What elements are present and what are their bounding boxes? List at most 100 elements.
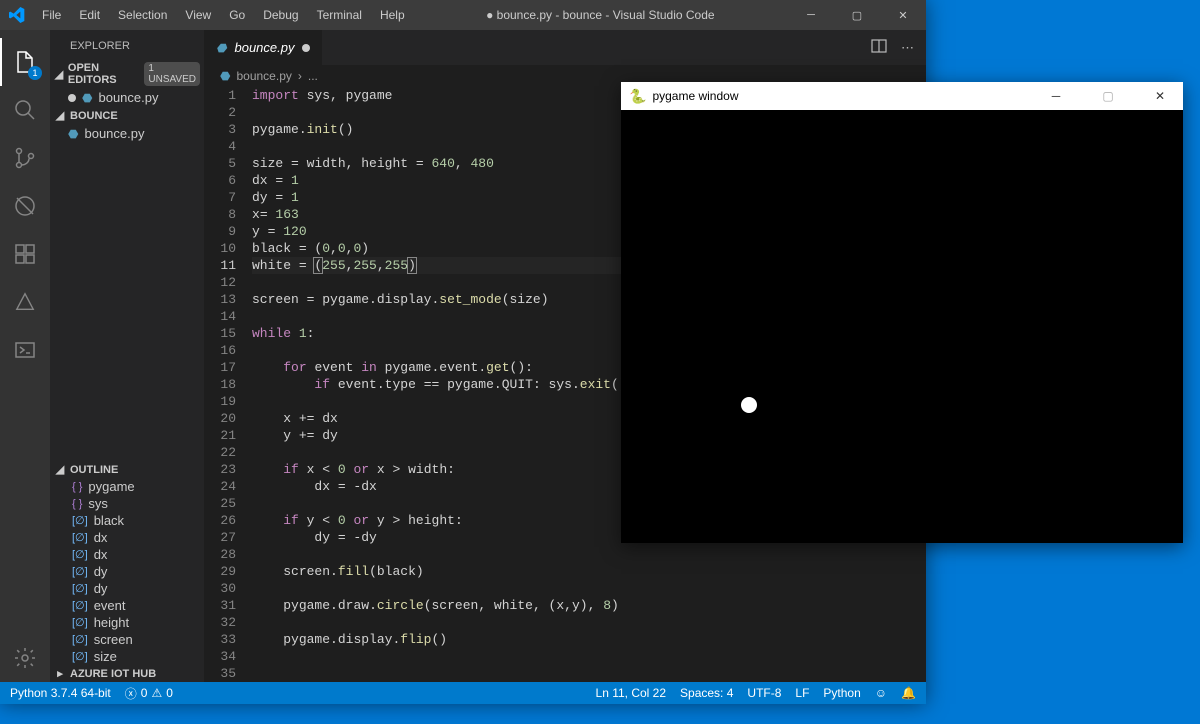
outline-item[interactable]: { }pygame (50, 478, 204, 495)
open-editors-label: Open Editors (68, 62, 136, 86)
code-line[interactable] (252, 665, 926, 682)
outline-list: { }pygame{ }sys[∅]black[∅]dx[∅]dx[∅]dy[∅… (50, 478, 204, 665)
close-button[interactable]: ✕ (880, 0, 926, 30)
outline-item[interactable]: [∅]size (50, 648, 204, 665)
pygame-canvas (621, 110, 1183, 543)
outline-item[interactable]: [∅]dx (50, 529, 204, 546)
open-editor-filename: bounce.py (98, 90, 158, 105)
pg-maximize-button[interactable]: ▢ (1085, 82, 1131, 110)
code-line[interactable] (252, 614, 926, 631)
maximize-button[interactable]: ▢ (834, 0, 880, 30)
menu-debug[interactable]: Debug (255, 2, 306, 28)
line-number: 1 (204, 87, 236, 104)
explorer-icon[interactable]: 1 (0, 38, 50, 86)
symbol-icon: [∅] (72, 616, 88, 629)
menu-terminal[interactable]: Terminal (309, 2, 370, 28)
status-problems[interactable]: ⓧ0 ⚠0 (125, 685, 173, 702)
outline-item-label: size (94, 649, 117, 664)
python-file-icon: ⬣ (68, 127, 78, 141)
chevron-right-icon: ▸ (54, 667, 66, 680)
outline-item[interactable]: { } sys (50, 495, 204, 512)
code-line[interactable] (252, 546, 926, 563)
outline-item[interactable]: [∅] height (50, 614, 204, 631)
status-bell-icon[interactable]: 🔔 (901, 686, 916, 700)
window-title: ● bounce.py - bounce - Visual Studio Cod… (413, 8, 788, 22)
file-item[interactable]: ⬣ bounce.py (50, 124, 204, 143)
menu-edit[interactable]: Edit (71, 2, 108, 28)
status-eol[interactable]: LF (795, 686, 809, 700)
settings-icon[interactable] (0, 634, 50, 682)
outline-item[interactable]: [∅]dy (50, 580, 204, 597)
tab-bar: ⬣ bounce.py ⋯ (204, 30, 926, 65)
minimize-button[interactable]: ─ (788, 0, 834, 30)
line-number: 2 (204, 104, 236, 121)
outline-item-label: height (94, 615, 129, 630)
line-number: 22 (204, 444, 236, 461)
open-editors-section[interactable]: ◢ Open Editors 1 UNSAVED (50, 60, 204, 88)
symbol-icon: [∅] (72, 633, 88, 646)
code-line[interactable]: screen.fill(black) (252, 563, 926, 580)
menu-help[interactable]: Help (372, 2, 413, 28)
menu-view[interactable]: View (177, 2, 219, 28)
line-number: 11 (204, 257, 236, 274)
outline-item-label: sys (88, 496, 108, 511)
outline-item-label: dx (94, 547, 108, 562)
line-number: 18 (204, 376, 236, 393)
menu-file[interactable]: File (34, 2, 69, 28)
line-number: 6 (204, 172, 236, 189)
powershell-icon[interactable] (0, 326, 50, 374)
status-spaces[interactable]: Spaces: 4 (680, 686, 733, 700)
split-editor-icon[interactable] (871, 38, 887, 57)
folder-label: Bounce (70, 110, 118, 122)
more-actions-icon[interactable]: ⋯ (901, 40, 914, 56)
line-number: 35 (204, 665, 236, 682)
line-number: 28 (204, 546, 236, 563)
pygame-window: 🐍 pygame window ─ ▢ ✕ (621, 82, 1183, 543)
line-number-gutter: 1234567891011121314151617181920212223242… (204, 87, 252, 682)
status-python[interactable]: Python 3.7.4 64-bit (10, 686, 111, 700)
menu-selection[interactable]: Selection (110, 2, 175, 28)
outline-item[interactable]: [∅]dx (50, 546, 204, 563)
symbol-icon: [∅] (72, 582, 88, 595)
line-number: 27 (204, 529, 236, 546)
outline-item[interactable]: [∅]dy (50, 563, 204, 580)
titlebar: FileEditSelectionViewGoDebugTerminalHelp… (0, 0, 926, 30)
status-encoding[interactable]: UTF-8 (747, 686, 781, 700)
tabbar-actions: ⋯ (859, 30, 926, 65)
folder-section[interactable]: ◢ Bounce (50, 107, 204, 124)
open-editor-item[interactable]: ⬣ bounce.py (50, 88, 204, 107)
window-controls: ─ ▢ ✕ (788, 0, 926, 30)
extensions-icon[interactable] (0, 230, 50, 278)
source-control-icon[interactable] (0, 134, 50, 182)
outline-item[interactable]: [∅]black (50, 512, 204, 529)
azure-icon[interactable] (0, 278, 50, 326)
status-lang[interactable]: Python (823, 686, 860, 700)
status-feedback-icon[interactable]: ☺ (875, 686, 887, 700)
outline-section[interactable]: ◢ Outline (50, 461, 204, 478)
azure-section[interactable]: ▸ Azure IoT Hub (50, 665, 204, 682)
line-number: 7 (204, 189, 236, 206)
line-number: 25 (204, 495, 236, 512)
pygame-titlebar: 🐍 pygame window ─ ▢ ✕ (621, 82, 1183, 110)
symbol-icon: [∅] (72, 565, 88, 578)
menu-go[interactable]: Go (221, 2, 253, 28)
outline-item[interactable]: [∅]event (50, 597, 204, 614)
line-number: 29 (204, 563, 236, 580)
outline-item[interactable]: [∅]screen (50, 631, 204, 648)
symbol-icon: { } (72, 498, 82, 510)
tab-bounce[interactable]: ⬣ bounce.py (204, 30, 322, 65)
file-name: bounce.py (84, 126, 144, 141)
chevron-down-icon: ◢ (54, 68, 64, 81)
line-number: 3 (204, 121, 236, 138)
explorer-badge: 1 (28, 66, 42, 80)
status-lncol[interactable]: Ln 11, Col 22 (596, 686, 667, 700)
search-icon[interactable] (0, 86, 50, 134)
pg-minimize-button[interactable]: ─ (1033, 82, 1079, 110)
code-line[interactable]: pygame.draw.circle(screen, white, (x,y),… (252, 597, 926, 614)
azure-label: Azure IoT Hub (70, 668, 156, 680)
code-line[interactable] (252, 648, 926, 665)
code-line[interactable]: pygame.display.flip() (252, 631, 926, 648)
pg-close-button[interactable]: ✕ (1137, 82, 1183, 110)
code-line[interactable] (252, 580, 926, 597)
debug-icon[interactable] (0, 182, 50, 230)
